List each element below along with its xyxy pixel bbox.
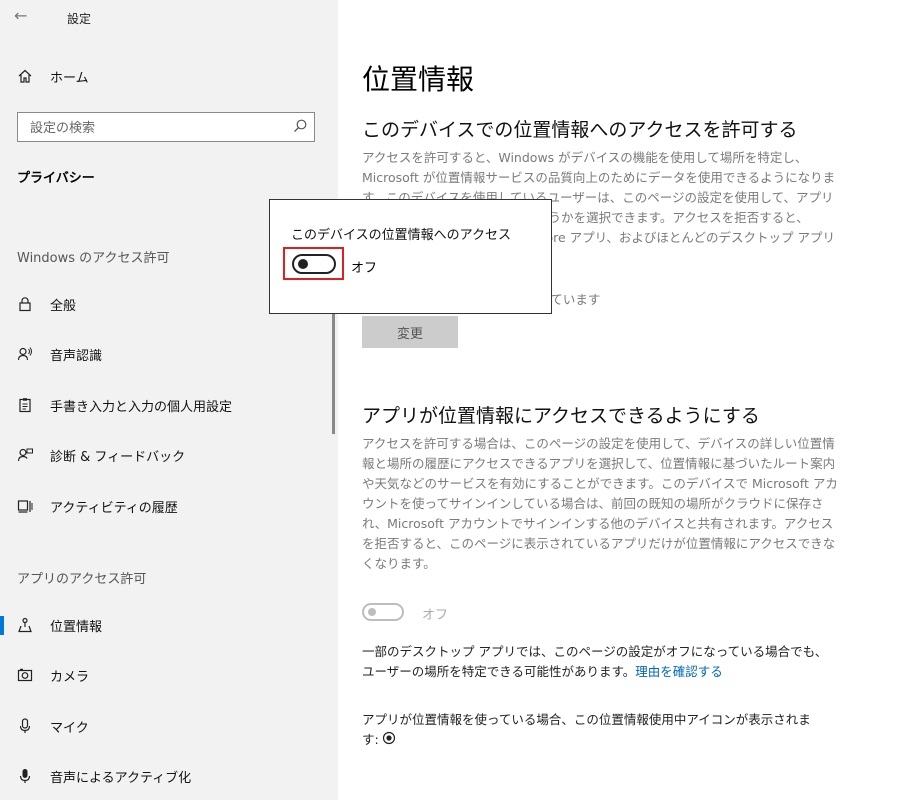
microphone-icon [0, 718, 50, 734]
sidebar-item-label: 診断 & フィードバック [50, 449, 186, 465]
voice-activation-icon [0, 768, 50, 784]
app-location-toggle[interactable] [362, 603, 404, 621]
sidebar-item-microphone[interactable]: マイク [0, 706, 336, 746]
category-title: プライバシー [17, 171, 95, 186]
location-in-use-icon [382, 731, 396, 751]
toggle-knob [298, 259, 308, 269]
sidebar-item-diagnostics[interactable]: 診断 & フィードバック [0, 435, 336, 475]
device-location-popup: このデバイスの位置情報へのアクセス オフ [269, 199, 552, 314]
sidebar-item-label: 位置情報 [50, 619, 103, 635]
sidebar-item-activity-history[interactable]: アクティビティの履歴 [0, 486, 336, 526]
search-input[interactable] [18, 113, 302, 143]
back-arrow-icon[interactable]: ← [14, 6, 27, 25]
desktop-apps-note-text: 一部のデスクトップ アプリでは、このページの設定がオフになっている場合でも、ユー… [362, 644, 828, 679]
section-title-windows: Windows のアクセス許可 [17, 251, 170, 266]
home-icon [0, 68, 50, 84]
camera-icon [0, 667, 50, 683]
sidebar-item-label: カメラ [50, 669, 90, 685]
toggle-knob [368, 608, 376, 616]
learn-why-link[interactable]: 理由を確認する [635, 664, 723, 679]
sidebar-item-voice-activation[interactable]: 音声によるアクティブ化 [0, 756, 336, 796]
activity-icon [0, 498, 50, 514]
sidebar-item-label: ホーム [50, 70, 89, 86]
device-section-heading: このデバイスでの位置情報へのアクセスを許可する [362, 119, 798, 141]
location-icon-note: アプリが位置情報を使っている場合、この位置情報使用中アイコンが表示されます: [362, 710, 824, 751]
popup-label: このデバイスの位置情報へのアクセス [291, 228, 511, 243]
sidebar-item-label: 全般 [50, 298, 77, 314]
highlight-box [283, 247, 344, 280]
sidebar-item-label: マイク [50, 720, 89, 736]
sidebar-item-inking[interactable]: 手書き入力と入力の個人用設定 [0, 385, 336, 425]
popup-toggle-state: オフ [351, 261, 378, 276]
sidebar-item-speech[interactable]: 音声認識 [0, 334, 336, 374]
speech-icon [0, 346, 50, 362]
page-title: 位置情報 [362, 63, 475, 96]
feedback-icon [0, 447, 50, 463]
clipboard-icon [0, 397, 50, 413]
device-location-toggle[interactable] [292, 254, 336, 274]
app-section-description: アクセスを許可する場合は、このページの設定を使用して、デバイスの詳しい位置情報と… [362, 436, 838, 571]
app-title: 設定 [67, 12, 92, 26]
sidebar-item-label: 音声によるアクティブ化 [50, 770, 192, 786]
sidebar-item-camera[interactable]: カメラ [0, 655, 336, 695]
sidebar-item-location[interactable]: 位置情報 [0, 605, 336, 645]
section-title-apps: アプリのアクセス許可 [17, 572, 147, 587]
change-button[interactable]: 変更 [362, 316, 458, 348]
search-icon[interactable] [292, 118, 308, 138]
sidebar: ← 設定 ホーム プライバシー Windows のアクセス許可 全般 音声認識 … [0, 0, 338, 800]
app-location-toggle-state: オフ [422, 608, 449, 623]
sidebar-item-label: アクティビティの履歴 [50, 500, 178, 516]
location-icon-note-text: アプリが位置情報を使っている場合、この位置情報使用中アイコンが表示されます: [362, 712, 811, 747]
main-content: 位置情報 このデバイスでの位置情報へのアクセスを許可する アクセスを許可すると、… [338, 0, 919, 800]
sidebar-item-label: 音声認識 [50, 348, 103, 364]
search-box[interactable] [17, 112, 315, 143]
app-section-heading: アプリが位置情報にアクセスできるようにする [362, 405, 760, 427]
desktop-apps-note: 一部のデスクトップ アプリでは、このページの設定がオフになっている場合でも、ユー… [362, 642, 832, 682]
sidebar-item-home[interactable]: ホーム [0, 56, 336, 96]
title-bar: ← 設定 [0, 0, 338, 36]
sidebar-item-label: 手書き入力と入力の個人用設定 [50, 399, 233, 415]
lock-icon [0, 296, 50, 312]
location-icon [0, 617, 50, 633]
